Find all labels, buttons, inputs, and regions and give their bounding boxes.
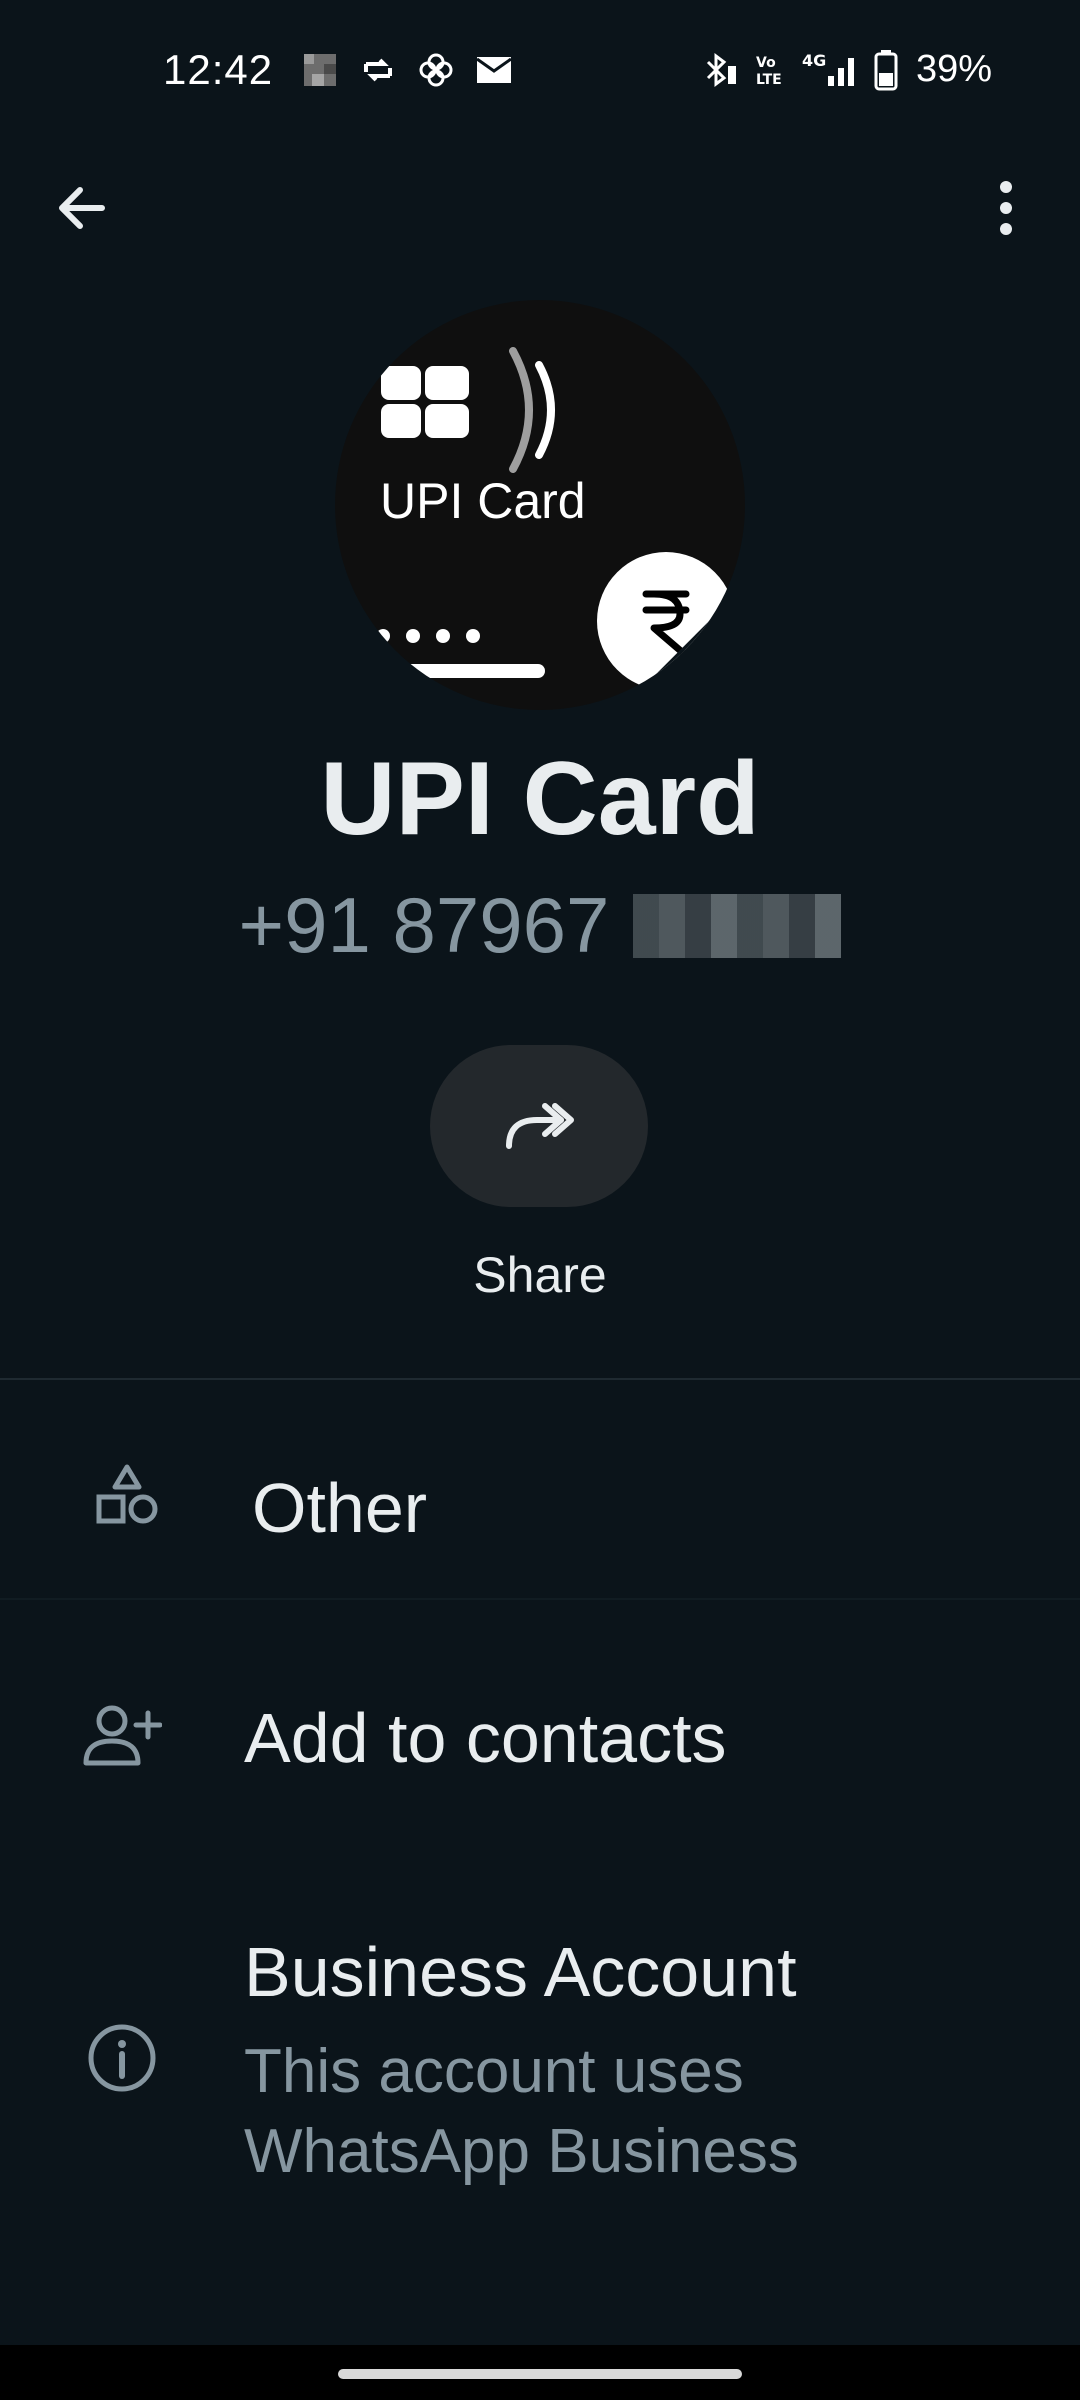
business-account-line1: This account uses: [244, 2037, 744, 2106]
navigation-bar: [0, 2345, 1080, 2400]
svg-text:LTE: LTE: [756, 72, 782, 88]
profile-avatar[interactable]: UPI Card: [335, 300, 745, 710]
status-bar: 12:42 Vo LTE 4G 39%: [0, 0, 1080, 150]
phone-redacted-digits: [633, 893, 842, 958]
phone-row: +91 87967: [0, 880, 1080, 971]
notification-icons: [302, 52, 512, 88]
back-button[interactable]: [44, 170, 120, 246]
system-icons: Vo LTE 4G 39%: [700, 48, 992, 91]
svg-text:4G: 4G: [802, 51, 826, 70]
battery-icon: [874, 49, 898, 90]
share-forward-icon: [506, 1103, 574, 1149]
profile-name: UPI Card: [320, 741, 760, 857]
add-to-contacts-row[interactable]: Add to contacts: [0, 1600, 1080, 1870]
signal-4g-icon: 4G: [802, 51, 854, 86]
info-icon: [84, 2020, 160, 2096]
contactless-icon: [509, 347, 555, 473]
business-account-row[interactable]: Business Account This account uses Whats…: [0, 1900, 1080, 2220]
category-label: Other: [252, 1469, 428, 1547]
more-vert-icon: [1000, 181, 1012, 235]
avatar-title: UPI Card: [380, 473, 586, 529]
bluetooth-battery-icon: [706, 52, 736, 87]
mail-icon: [476, 57, 512, 83]
more-options-button[interactable]: [968, 170, 1044, 246]
card-number-dots: [375, 629, 545, 678]
phone-number: +91 87967: [238, 881, 610, 969]
person-add-icon: [82, 1700, 162, 1770]
category-row[interactable]: Other: [0, 1380, 1080, 1600]
card-chip-icon: [381, 366, 469, 438]
svg-text:Vo: Vo: [756, 55, 776, 71]
share-label: Share: [473, 1247, 607, 1303]
add-to-contacts-label: Add to contacts: [244, 1699, 727, 1777]
home-gesture-handle[interactable]: [338, 2369, 742, 2379]
share-button[interactable]: [430, 1045, 648, 1207]
shapes-icon: [92, 1460, 162, 1530]
app-notification-icon: [304, 54, 336, 86]
business-account-line2: WhatsApp Business: [244, 2117, 799, 2186]
pinwheel-icon: [419, 53, 453, 87]
business-account-title: Business Account: [244, 1933, 797, 2011]
volte-icon: Vo LTE: [756, 55, 782, 88]
sync-icon: [364, 58, 392, 82]
arrow-back-icon: [59, 187, 105, 229]
battery-percentage: 39%: [915, 48, 992, 90]
status-time: 12:42: [163, 46, 274, 93]
